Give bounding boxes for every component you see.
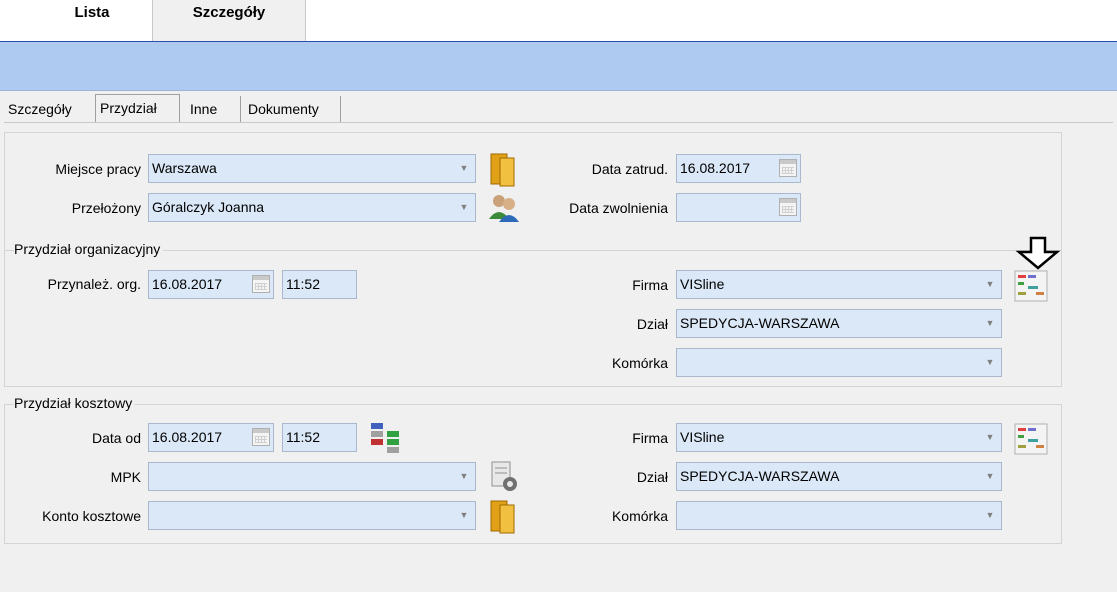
cost-dzial-combo[interactable]: SPEDYCJA-WARSZAWA ▼ <box>676 462 1002 491</box>
cost-dzial-label: Dział <box>636 469 668 485</box>
cost-date-field[interactable]: 16.08.2017 <box>148 423 274 452</box>
subtab-inne[interactable]: Inne <box>186 96 241 122</box>
org-dzial-value: SPEDYCJA-WARSZAWA <box>680 315 840 331</box>
org-komorka-label: Komórka <box>611 355 668 371</box>
folder-icon[interactable] <box>488 152 518 188</box>
org-group-title: Przydział organizacyjny <box>14 241 164 257</box>
org-time-value: 11:52 <box>286 276 320 292</box>
data-od-label: Data od <box>91 430 141 446</box>
calendar-icon[interactable] <box>252 428 270 446</box>
people-icon[interactable] <box>487 193 521 223</box>
org-structure-icon[interactable] <box>1014 270 1048 302</box>
org-dzial-combo[interactable]: SPEDYCJA-WARSZAWA ▼ <box>676 309 1002 338</box>
cost-time-value: 11:52 <box>286 429 320 445</box>
org-dzial-label: Dział <box>636 316 668 332</box>
org-date-value: 16.08.2017 <box>152 276 223 292</box>
calendar-icon[interactable] <box>779 159 797 177</box>
mpk-combo[interactable]: ▼ <box>148 462 476 491</box>
transfer-icon[interactable] <box>369 421 403 455</box>
data-zwolnienia-field[interactable] <box>676 193 801 222</box>
org-firma-value: VISline <box>680 276 725 292</box>
org-komorka-combo[interactable]: ▼ <box>676 348 1002 377</box>
chevron-down-icon[interactable]: ▼ <box>453 155 475 182</box>
przelozony-value: Góralczyk Joanna <box>152 199 265 215</box>
data-zatrud-label: Data zatrud. <box>591 161 668 177</box>
mpk-label: MPK <box>110 469 141 485</box>
cost-time-field[interactable]: 11:52 <box>282 423 357 452</box>
chevron-down-icon[interactable]: ▼ <box>453 463 475 490</box>
przelozony-label: Przełożony <box>71 200 141 216</box>
chevron-down-icon[interactable]: ▼ <box>979 310 1001 337</box>
cost-group-title: Przydział kosztowy <box>14 395 136 411</box>
mpk-settings-icon[interactable] <box>488 460 522 494</box>
konto-label: Konto kosztowe <box>42 508 141 524</box>
cost-firma-combo[interactable]: VISline ▼ <box>676 423 1002 452</box>
down-arrow-icon <box>1015 236 1061 270</box>
org-time-field[interactable]: 11:52 <box>282 270 357 299</box>
org-structure-icon[interactable] <box>1014 423 1048 455</box>
cost-firma-label: Firma <box>632 430 668 446</box>
miejsce-pracy-label: Miejsce pracy <box>55 161 141 177</box>
miejsce-pracy-combo[interactable]: Warszawa ▼ <box>148 154 476 183</box>
chevron-down-icon[interactable]: ▼ <box>979 349 1001 376</box>
konto-combo[interactable]: ▼ <box>148 501 476 530</box>
calendar-icon[interactable] <box>779 198 797 216</box>
cost-komorka-label: Komórka <box>611 508 668 524</box>
chevron-down-icon[interactable]: ▼ <box>979 463 1001 490</box>
data-zatrud-field[interactable]: 16.08.2017 <box>676 154 801 183</box>
org-firma-combo[interactable]: VISline ▼ <box>676 270 1002 299</box>
folder-icon[interactable] <box>488 499 518 535</box>
tab-szczegoly[interactable]: Szczegóły <box>152 0 306 41</box>
subtab-szczegoly[interactable]: Szczegóły <box>4 96 96 122</box>
data-zatrud-value: 16.08.2017 <box>680 160 751 176</box>
przelozony-combo[interactable]: Góralczyk Joanna ▼ <box>148 193 476 222</box>
tab-lista[interactable]: Lista <box>33 0 151 41</box>
chevron-down-icon[interactable]: ▼ <box>979 424 1001 451</box>
miejsce-pracy-value: Warszawa <box>152 160 217 176</box>
org-date-field[interactable]: 16.08.2017 <box>148 270 274 299</box>
tab-underline <box>4 122 1113 123</box>
chevron-down-icon[interactable]: ▼ <box>453 194 475 221</box>
chevron-down-icon[interactable]: ▼ <box>979 271 1001 298</box>
cost-firma-value: VISline <box>680 429 725 445</box>
subtab-przydzial[interactable]: Przydział <box>95 94 180 122</box>
subtab-dokumenty[interactable]: Dokumenty <box>244 96 341 122</box>
cost-komorka-combo[interactable]: ▼ <box>676 501 1002 530</box>
chevron-down-icon[interactable]: ▼ <box>453 502 475 529</box>
cost-dzial-value: SPEDYCJA-WARSZAWA <box>680 468 840 484</box>
cost-date-value: 16.08.2017 <box>152 429 223 445</box>
chevron-down-icon[interactable]: ▼ <box>979 502 1001 529</box>
record-header-bar <box>0 41 1117 91</box>
przynalez-label: Przynależ. org. <box>47 276 141 292</box>
org-firma-label: Firma <box>632 277 668 293</box>
data-zwolnienia-label: Data zwolnienia <box>569 200 668 216</box>
calendar-icon[interactable] <box>252 275 270 293</box>
